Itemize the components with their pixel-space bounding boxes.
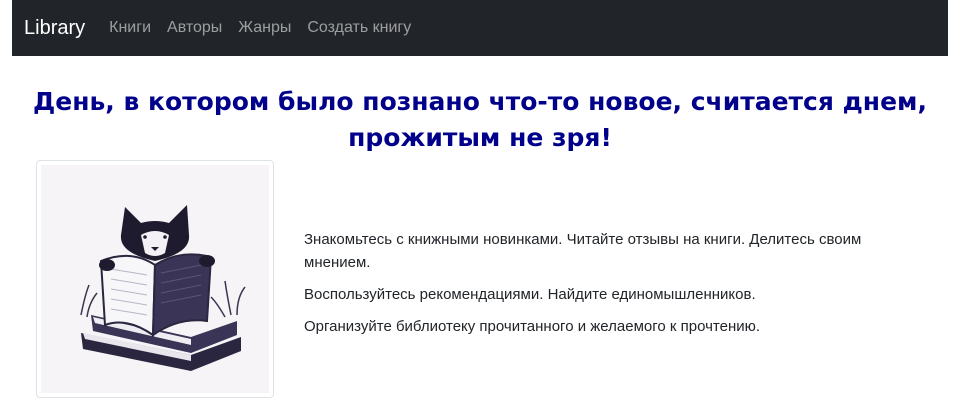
hero-image-frame [36, 160, 274, 398]
cat-reading-book-icon [41, 165, 269, 393]
nav-link-create-book[interactable]: Создать книгу [307, 19, 411, 37]
intro-paragraph: Воспользуйтесь рекомендациями. Найдите е… [304, 286, 756, 303]
nav-link-genres[interactable]: Жанры [238, 19, 291, 37]
brand-link[interactable]: Library [24, 17, 85, 40]
intro-text: Знакомьтесь с книжными новинками. Читайт… [304, 228, 904, 347]
intro-paragraph: Организуйте библиотеку прочитанного и же… [304, 318, 761, 335]
intro-paragraph: Знакомьтесь с книжными новинками. Читайт… [304, 231, 862, 271]
nav-link-authors[interactable]: Авторы [167, 19, 222, 37]
page-headline: День, в котором было познано что-то ново… [33, 87, 927, 152]
nav-link-books[interactable]: Книги [109, 19, 151, 37]
top-navbar: Library Книги Авторы Жанры Создать книгу [12, 0, 948, 56]
